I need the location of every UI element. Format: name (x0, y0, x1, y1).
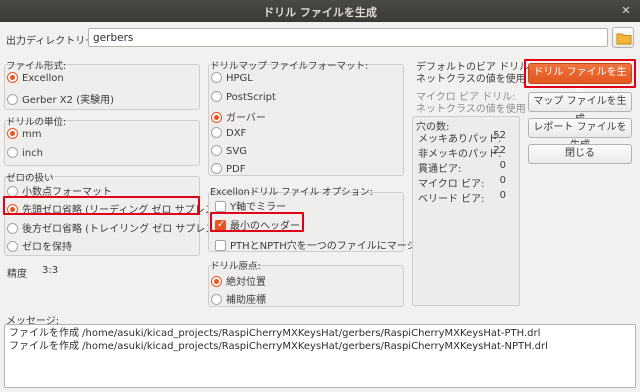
radio-indicator (211, 276, 222, 287)
radio-excellon[interactable]: Excellon (7, 72, 64, 84)
checkbox-indicator (215, 240, 226, 251)
close-icon[interactable]: ✕ (618, 3, 634, 19)
precision-label: 精度 (7, 269, 27, 280)
hole-count-value: 22 (493, 145, 506, 156)
radio-mm[interactable]: mm (7, 128, 41, 140)
generate-map-button[interactable]: マップ ファイルを生成 (528, 92, 632, 125)
radio-indicator (211, 145, 222, 156)
radio-indicator (7, 223, 18, 234)
radio-indicator (211, 72, 222, 83)
radio-absolute[interactable]: 絶対位置 (211, 273, 266, 288)
precision-value: 3:3 (42, 265, 59, 276)
hole-count-value: 52 (493, 130, 506, 141)
radio-dxf[interactable]: DXF (211, 127, 246, 139)
radio-gerber[interactable]: ガーバー (211, 109, 266, 124)
units-label: ドリルの単位: (6, 117, 67, 128)
file-format-label: ファイル形式: (6, 61, 67, 72)
radio-indicator (211, 91, 222, 102)
folder-icon (616, 33, 632, 45)
radio-indicator (7, 128, 18, 139)
map-format-label: ドリルマップ ファイルフォーマット: (210, 61, 369, 72)
radio-indicator (7, 147, 18, 158)
excellon-options-label: Excellonドリル ファイル オプション: (210, 187, 373, 198)
hole-count-label: マイクロ ビア: (418, 179, 485, 190)
close-button[interactable]: 閉じる (528, 144, 632, 164)
drill-origin-label: ドリル原点: (210, 261, 261, 272)
hole-count-label: 貫通ビア: (418, 164, 462, 175)
radio-hpgl[interactable]: HPGL (211, 72, 253, 84)
checkbox-indicator (215, 201, 226, 212)
radio-aux-origin[interactable]: 補助座標 (211, 291, 266, 306)
radio-indicator (7, 241, 18, 252)
radio-indicator (211, 163, 222, 174)
radio-pdf[interactable]: PDF (211, 163, 245, 175)
radio-svg[interactable]: SVG (211, 145, 247, 157)
generate-report-button[interactable]: レポート ファイルを生成 (528, 118, 632, 151)
output-dir-input[interactable]: gerbers (88, 28, 608, 47)
message-line: ファイルを作成 /home/asuki/kicad_projects/Raspi… (9, 328, 541, 339)
annotation-highlight (210, 212, 304, 232)
radio-keep-zeros[interactable]: ゼロを保持 (7, 238, 72, 253)
radio-indicator (211, 127, 222, 138)
message-line: ファイルを作成 /home/asuki/kicad_projects/Raspi… (9, 341, 548, 352)
radio-inch[interactable]: inch (7, 147, 43, 159)
radio-indicator (7, 72, 18, 83)
hole-count-value: 0 (499, 190, 506, 201)
hole-count-value: 0 (499, 160, 506, 171)
window-title: ドリル ファイルを生成 (263, 6, 377, 19)
browse-folder-button[interactable] (612, 27, 634, 48)
annotation-highlight (524, 59, 636, 88)
hole-count-value: 0 (499, 175, 506, 186)
default-via-value: ネットクラスの値を使用 (416, 74, 526, 85)
radio-postscript[interactable]: PostScript (211, 91, 276, 103)
messages-log[interactable]: ファイルを作成 /home/asuki/kicad_projects/Raspi… (4, 324, 636, 388)
checkbox-mirror-y[interactable]: Y軸でミラー (215, 198, 286, 213)
checkbox-merge-pth-npth[interactable]: PTHとNPTH穴を一つのファイルにマージ (215, 237, 417, 252)
zeros-label: ゼロの扱い (6, 173, 54, 184)
radio-gerber-x2[interactable]: Gerber X2 (実験用) (7, 91, 114, 106)
radio-indicator (211, 294, 222, 305)
micro-via-value: ネットクラスの値を使用 (416, 104, 526, 115)
title-bar: ドリル ファイルを生成 ✕ (0, 0, 640, 22)
radio-suppress-trailing[interactable]: 後方ゼロ省略 (トレイリング ゼロ サプレス) (7, 220, 219, 235)
radio-indicator (7, 94, 18, 105)
output-dir-label: 出力ディレクトリー: (6, 36, 99, 47)
hole-count-label: ベリード ビア: (418, 194, 485, 205)
radio-indicator (211, 112, 222, 123)
annotation-highlight (3, 196, 200, 215)
